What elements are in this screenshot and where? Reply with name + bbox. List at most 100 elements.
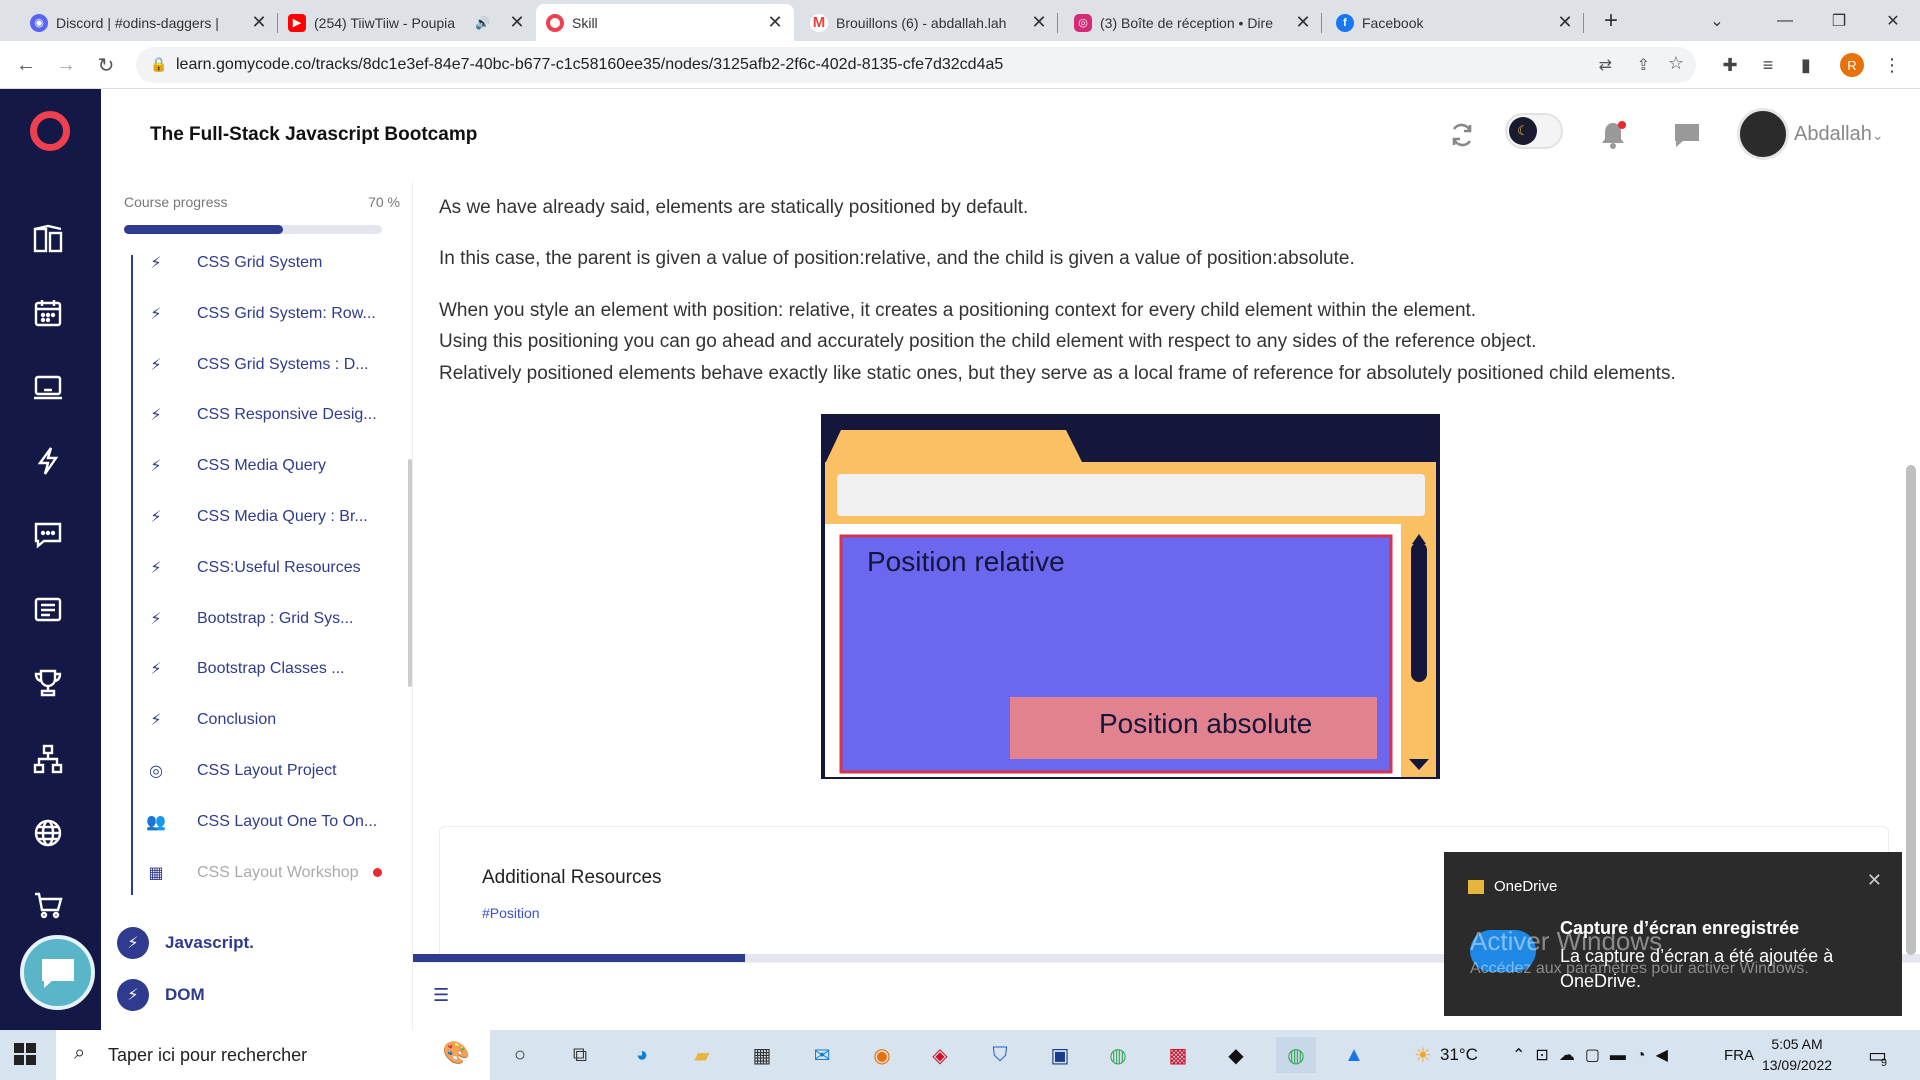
speaker-icon[interactable]: 🔊 [475,16,490,30]
sidebar-item[interactable]: ⚡ CSS Grid Systems : D... [145,345,368,385]
sidebar-item[interactable]: ⚡ Bootstrap Classes ... [145,649,344,689]
sidebar-item[interactable]: 👥 CSS Layout One To On... [145,802,377,842]
resource-tag-link[interactable]: #Position [482,905,540,921]
gomycode-logo[interactable] [30,111,70,151]
user-avatar[interactable] [1737,108,1789,160]
bolt-icon: ⚡ [150,255,162,272]
user-menu[interactable]: Abdallah⌄ [1794,123,1884,146]
bolt-icon: ⚡ [150,305,162,323]
outline-list-icon[interactable]: ☰ [433,985,449,1006]
nav-globe-icon[interactable] [28,813,68,853]
riot-icon[interactable]: ▩ [1158,1037,1198,1073]
system-tray-icons[interactable]: ⌃⊡☁▢▬◔◀ [1512,1030,1678,1080]
sidebar-item[interactable]: ⚡ CSS Responsive Desig... [145,395,376,435]
epic-games-icon[interactable]: ◆ [1216,1037,1256,1073]
close-tab-icon[interactable]: ✕ [1294,12,1312,33]
close-tab-icon[interactable]: ✕ [250,12,268,33]
bookmark-star-icon[interactable]: ☆ [1668,53,1684,74]
sidebar-item[interactable]: ⚡ CSS Grid System [145,243,322,283]
network-app-icon[interactable]: ▣ [1040,1037,1080,1073]
translate-icon[interactable]: ⇄ [1599,55,1612,75]
profile-avatar[interactable]: R [1836,49,1868,81]
new-tab-button[interactable]: + [1584,0,1638,41]
tab-gmail[interactable]: M Brouillons (6) - abdallah.lah ✕ [800,4,1058,41]
page-scrollbar[interactable] [1906,465,1916,955]
tab-discord[interactable]: ◉ Discord | #odins-daggers | ✕ [20,4,278,41]
user-name: Abdallah [1794,123,1872,145]
valorant-icon[interactable]: ◈ [920,1037,960,1073]
sidebar-item[interactable]: ◎ CSS Layout Project [145,751,337,791]
url-bar[interactable]: 🔒 learn.gomycode.co/tracks/8dc1e3ef-84e7… [136,47,1696,83]
tab-skill[interactable]: Skill ✕ [536,4,794,41]
reload-icon[interactable]: ↻ [90,49,122,81]
close-tab-icon[interactable]: ✕ [1556,12,1574,33]
nav-trophy-icon[interactable] [28,663,68,703]
sidebar-item[interactable]: ⚡ CSS Media Query : Br... [145,497,367,537]
taskbar-search[interactable]: ⌕ Taper ici pour rechercher 🎨 [56,1030,490,1080]
close-tab-icon[interactable]: ✕ [1030,12,1048,33]
tab-facebook[interactable]: f Facebook ✕ [1326,4,1584,41]
sidebar-item[interactable]: ⚡ CSS Media Query [145,446,326,486]
section-javascript[interactable]: ⚡ Javascript. [117,926,254,960]
gmail-icon: M [810,13,828,32]
sidebar-item[interactable]: ⚡ CSS:Useful Resources [145,548,360,588]
sidebar-item[interactable]: ⚡ Conclusion [145,700,276,740]
paragraph: As we have already said, elements are st… [439,197,1029,218]
windows-start-icon[interactable] [14,1043,36,1065]
forward-icon[interactable]: → [50,49,82,81]
chat-icon[interactable] [1669,117,1705,153]
firefox-icon[interactable]: ◉ [862,1037,902,1073]
system-clock[interactable]: 5:05 AM 13/09/2022 [1752,1034,1842,1076]
cortana-icon[interactable]: ○ [500,1037,540,1073]
notifications-bell-icon[interactable] [1595,117,1631,153]
nav-dashboard-icon[interactable] [28,219,68,259]
sidebar-scrollbar[interactable] [408,459,412,687]
sidebar-item[interactable]: ⚡ CSS Grid System: Row... [145,294,376,334]
nav-messages-icon[interactable] [28,515,68,555]
section-dom[interactable]: ⚡ DOM [117,978,205,1012]
file-explorer-icon[interactable]: ▰ [682,1037,722,1073]
reading-list-icon[interactable]: ≡ [1752,49,1784,81]
nav-bolt-icon[interactable] [28,441,68,481]
close-notification-icon[interactable]: ✕ [1867,870,1882,891]
defender-icon[interactable]: ⛉ [980,1037,1020,1073]
task-view-icon[interactable]: ⧉ [560,1037,600,1073]
tab-search-chevron-icon[interactable]: ⌄ [1690,0,1744,41]
sidebar-item[interactable]: ▦ CSS Layout Workshop [145,853,382,893]
photos-icon[interactable]: ▲ [1334,1037,1374,1073]
minimize-icon[interactable]: — [1758,0,1812,41]
action-center-icon[interactable]: ▭ 9 [1868,1030,1887,1080]
nav-laptop-icon[interactable] [28,367,68,407]
nav-cart-icon[interactable] [28,885,68,925]
close-window-icon[interactable]: ✕ [1866,0,1920,41]
input-language[interactable]: FRA [1724,1030,1754,1080]
nav-calendar-icon[interactable] [28,293,68,333]
store-icon[interactable]: ▦ [742,1037,782,1073]
sync-icon[interactable] [1444,117,1480,153]
instagram-icon: ◎ [1074,13,1092,32]
menu-kebab-icon[interactable]: ⋮ [1876,49,1908,81]
chrome-profile-icon[interactable]: ◍ [1276,1037,1316,1073]
nav-hierarchy-icon[interactable] [28,739,68,779]
close-tab-icon[interactable]: ✕ [508,12,526,33]
mail-icon[interactable]: ✉ [802,1037,842,1073]
back-icon[interactable]: ← [10,49,42,81]
dark-mode-toggle[interactable]: ☾ [1505,113,1563,149]
edge-icon[interactable]: ◕ [622,1037,662,1073]
support-chat-button[interactable] [20,935,95,1010]
extensions-icon[interactable]: ✚ [1714,49,1746,81]
address-toolbar: ← → ↻ 🔒 learn.gomycode.co/tracks/8dc1e3e… [0,41,1920,89]
close-tab-icon[interactable]: ✕ [766,12,784,33]
sidebar-item-label: CSS Grid System: Row... [197,304,376,322]
weather-widget[interactable]: ☀ 31°C [1414,1030,1478,1080]
restore-icon[interactable]: ❐ [1812,0,1866,41]
side-panel-icon[interactable]: ▮ [1790,49,1822,81]
chrome-icon[interactable]: ◍ [1098,1037,1138,1073]
bolt-icon: ⚡ [117,927,149,959]
bolt-icon: ⚡ [150,458,162,476]
tab-youtube[interactable]: ▶ (254) TiiwTiiw - Poupia 🔊 ✕ [278,4,536,41]
nav-document-icon[interactable] [28,589,68,629]
share-icon[interactable]: ⇪ [1637,55,1650,75]
tab-instagram[interactable]: ◎ (3) Boîte de réception • Dire ✕ [1064,4,1322,41]
sidebar-item[interactable]: ⚡ Bootstrap : Grid Sys... [145,599,353,639]
